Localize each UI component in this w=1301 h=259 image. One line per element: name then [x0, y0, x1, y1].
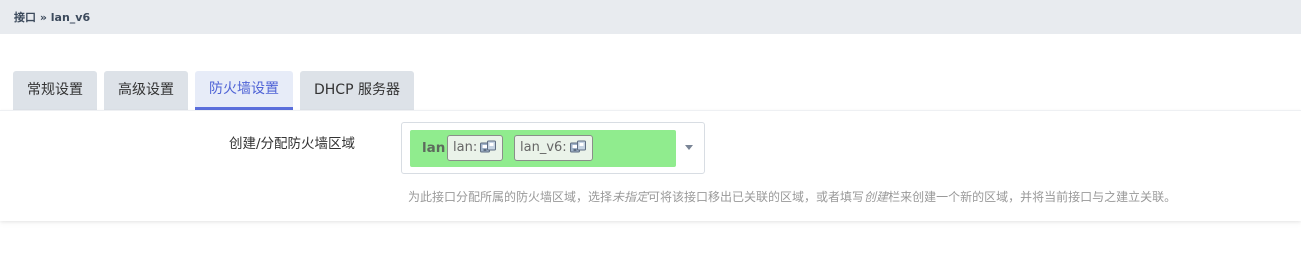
firewall-settings-panel: 创建/分配防火墙区域 lan lan: lan_v6: 为此接口分配所属的防火墙…	[0, 110, 1301, 221]
tab-firewall-settings[interactable]: 防火墙设置	[195, 71, 293, 110]
top-bar: 接口 » lan_v6	[0, 0, 1301, 34]
firewall-zone-label: 创建/分配防火墙区域	[229, 136, 356, 152]
help-text-emphasis: 创建	[864, 190, 889, 204]
ethernet-port-icon	[569, 140, 587, 156]
help-text-part: 可将该接口移出已关联的区域，或者填写	[648, 190, 865, 204]
ethernet-port-icon	[479, 140, 497, 156]
selected-zone-chip: lan lan: lan_v6:	[410, 130, 676, 167]
tab-advanced-settings[interactable]: 高级设置	[104, 71, 188, 110]
tab-general-settings[interactable]: 常规设置	[13, 71, 97, 110]
caret-down-icon[interactable]	[685, 145, 693, 150]
breadcrumb: 接口 » lan_v6	[14, 11, 91, 24]
interface-label: lan_v6:	[520, 140, 567, 155]
interface-badge-lan: lan:	[447, 135, 504, 161]
interface-label: lan:	[453, 140, 478, 155]
help-text-emphasis: 未指定	[612, 190, 649, 204]
tab-dhcp-server[interactable]: DHCP 服务器	[300, 71, 414, 110]
help-text-part: 为此接口分配所属的防火墙区域，选择	[408, 190, 613, 204]
zone-name: lan	[422, 140, 446, 156]
help-text-part: 栏来创建一个新的区域，并将当前接口与之建立关联。	[888, 190, 1177, 204]
interface-badge-lan-v6: lan_v6:	[514, 135, 593, 161]
tab-bar: 常规设置 高级设置 防火墙设置 DHCP 服务器	[13, 71, 414, 110]
firewall-zone-select[interactable]: lan lan: lan_v6:	[401, 122, 705, 174]
firewall-zone-help-text: 为此接口分配所属的防火墙区域，选择未指定可将该接口移出已关联的区域，或者填写创建…	[408, 188, 1176, 205]
